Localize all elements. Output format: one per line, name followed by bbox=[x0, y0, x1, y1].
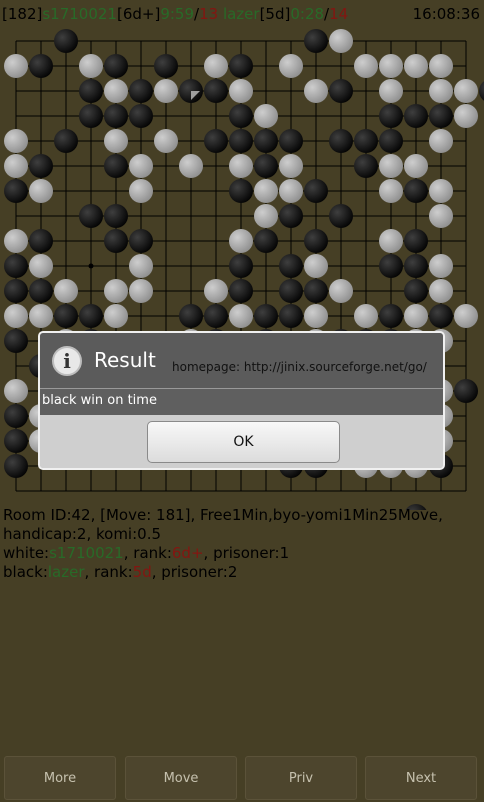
info-icon: i bbox=[52, 346, 82, 376]
dialog-body: black win on time bbox=[40, 389, 443, 415]
result-message: black win on time bbox=[42, 393, 157, 408]
dialog-title: Result bbox=[94, 348, 156, 372]
dialog-header: i Result homepage: http://jinix.sourcefo… bbox=[40, 333, 443, 388]
dialog-button-bar: OK bbox=[40, 415, 443, 468]
result-dialog: i Result homepage: http://jinix.sourcefo… bbox=[38, 331, 445, 470]
ok-button[interactable]: OK bbox=[147, 421, 340, 463]
dialog-overlay: i Result homepage: http://jinix.sourcefo… bbox=[0, 0, 484, 802]
homepage-text: homepage: http://jinix.sourceforge.net/g… bbox=[172, 360, 427, 374]
